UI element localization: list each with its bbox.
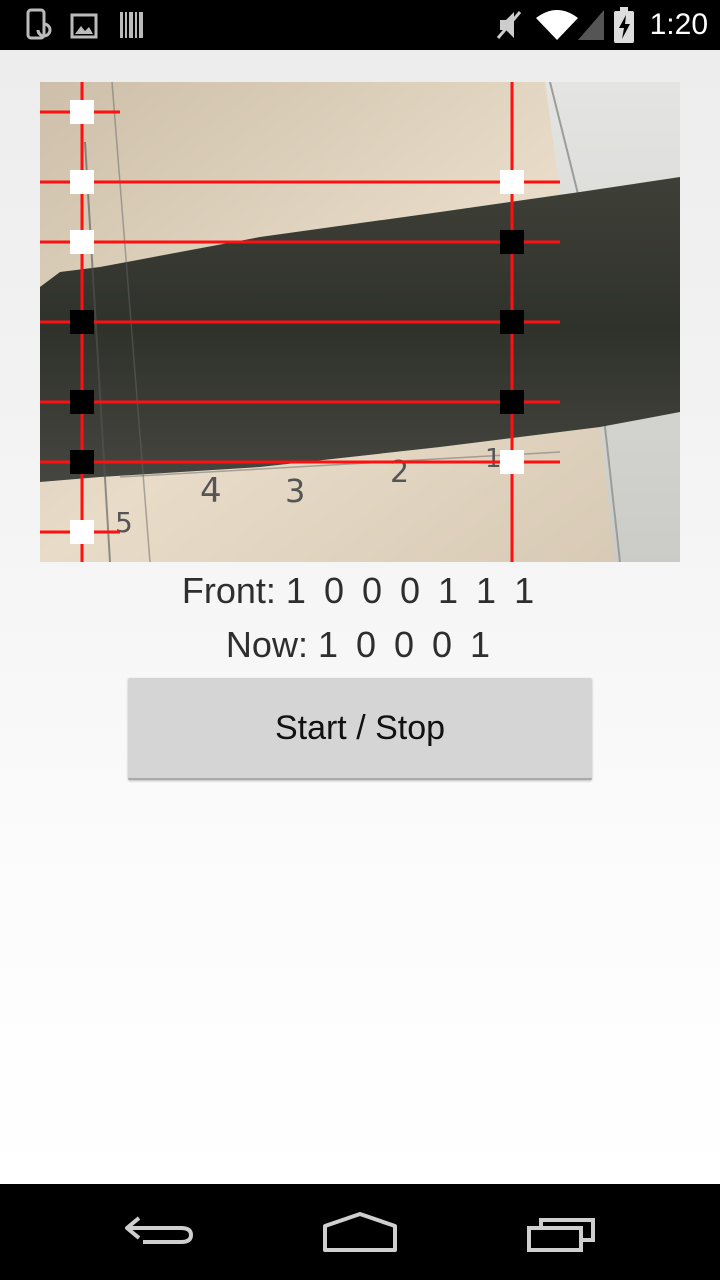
clock: 1:20	[649, 8, 708, 41]
left-marker-4	[70, 310, 94, 334]
scribble-3: 3	[285, 472, 305, 510]
recents-icon	[527, 1218, 595, 1252]
right-marker-3	[500, 310, 524, 334]
camera-preview: 4 3 2 1 5	[40, 82, 680, 562]
left-marker-2	[70, 170, 94, 194]
front-readout: Front: 1 0 0 0 1 1 1	[0, 570, 720, 612]
scribble-4: 4	[200, 471, 222, 511]
wifi-icon	[536, 10, 578, 40]
scribble-1: 1	[485, 444, 502, 474]
signal-icon	[578, 10, 604, 40]
back-icon	[125, 1216, 194, 1244]
front-label: Front:	[181, 570, 276, 611]
right-marker-2	[500, 230, 524, 254]
status-bar: 1:20	[0, 0, 720, 50]
left-marker-5	[70, 390, 94, 414]
barcode-icon	[120, 12, 143, 38]
front-value: 1 0 0 0 1 1 1	[285, 570, 539, 611]
left-marker-7	[70, 520, 94, 544]
left-marker-1	[70, 100, 94, 124]
now-readout: Now: 1 0 0 0 1	[0, 624, 720, 666]
recents-button[interactable]	[517, 1204, 607, 1260]
home-button[interactable]	[315, 1204, 405, 1260]
home-icon	[323, 1212, 397, 1252]
scribble-5: 5	[115, 506, 133, 539]
mute-icon	[496, 11, 522, 39]
left-marker-3	[70, 230, 94, 254]
navigation-bar	[0, 1184, 720, 1280]
right-marker-5	[500, 450, 524, 474]
now-label: Now:	[225, 624, 308, 665]
image-icon	[70, 13, 98, 39]
right-marker-4	[500, 390, 524, 414]
phone-sync-icon	[26, 8, 52, 40]
battery-charging-icon	[614, 7, 634, 43]
right-marker-1	[500, 170, 524, 194]
now-value: 1 0 0 0 1	[317, 624, 495, 665]
scribble-2: 2	[390, 455, 409, 490]
back-button[interactable]	[115, 1204, 205, 1260]
start-stop-button[interactable]: Start / Stop	[128, 678, 592, 780]
left-marker-6	[70, 450, 94, 474]
